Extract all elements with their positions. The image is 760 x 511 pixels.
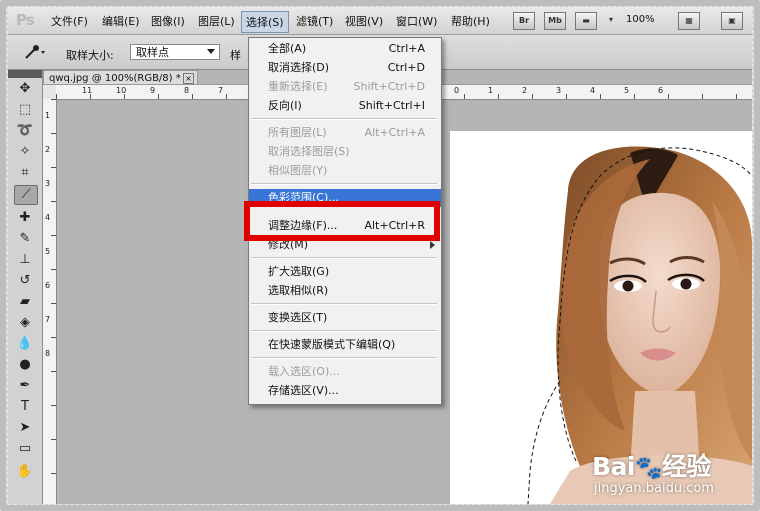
toolbox-header[interactable]: [8, 70, 42, 78]
brush-tool-icon[interactable]: ✎: [14, 230, 36, 248]
ruler-label: 2: [45, 145, 51, 154]
eraser-tool-icon[interactable]: ▰: [14, 293, 36, 311]
menu-separator: [251, 183, 437, 185]
hand-tool-icon[interactable]: ✋: [14, 463, 36, 481]
ruler-label: 11: [82, 86, 93, 95]
watermark-brand: Bai🐾经验: [592, 452, 711, 481]
ruler-label: 8: [45, 349, 51, 358]
minibridge-button[interactable]: Mb: [544, 12, 566, 30]
ruler-label: 6: [45, 281, 51, 290]
highlight-callout-box: [244, 201, 440, 241]
ruler-label: 4: [590, 86, 596, 95]
menu-filter[interactable]: 滤镜(T): [296, 13, 333, 29]
menu-separator: [251, 257, 437, 259]
arrange-documents-icon[interactable]: ▦: [678, 12, 700, 30]
ruler-label: 6: [658, 86, 664, 95]
move-tool-icon[interactable]: ✥: [14, 80, 36, 98]
menu-window[interactable]: 窗口(W): [396, 13, 437, 29]
ruler-label: 5: [45, 247, 51, 256]
menu-reselect: 重新选择(E) Shift+Ctrl+D: [268, 80, 425, 93]
eyedropper-preset-icon[interactable]: [22, 43, 48, 61]
blur-tool-icon[interactable]: 💧: [14, 335, 36, 353]
menu-deselect[interactable]: 取消选择(D) Ctrl+D: [249, 59, 441, 77]
pen-tool-icon[interactable]: ✒: [14, 377, 36, 395]
menu-view[interactable]: 视图(V): [345, 13, 383, 29]
menu-bar: Ps 文件(F) 编辑(E) 图像(I) 图层(L) 选择(S) 滤镜(T) 视…: [8, 7, 752, 35]
ruler-label: 10: [116, 86, 127, 95]
path-selection-tool-icon[interactable]: ➤: [14, 419, 36, 437]
chevron-right-icon: [430, 241, 435, 249]
ruler-label: 1: [488, 86, 494, 95]
chevron-down-icon: [207, 49, 215, 54]
menu-separator: [251, 357, 437, 359]
menu-save-selection[interactable]: 存储选区(V)...: [249, 382, 441, 400]
crop-tool-icon[interactable]: ⌗: [14, 164, 36, 182]
ruler-label: 5: [624, 86, 630, 95]
lasso-tool-icon[interactable]: ➰: [14, 122, 36, 140]
view-extras-icon[interactable]: ▬: [575, 12, 597, 30]
ruler-label: 3: [556, 86, 562, 95]
menu-separator: [251, 303, 437, 305]
watermark-url: jingyan.baidu.com: [594, 481, 714, 496]
screen-mode-icon[interactable]: ▣: [721, 12, 743, 30]
shape-tool-icon[interactable]: ▭: [14, 440, 36, 458]
clone-stamp-tool-icon[interactable]: ⊥: [14, 251, 36, 269]
ruler-label: 7: [45, 315, 51, 324]
bridge-button[interactable]: Br: [513, 12, 535, 30]
document-tab[interactable]: qwq.jpg @ 100%(RGB/8) * ×: [43, 70, 198, 85]
healing-brush-tool-icon[interactable]: ✚: [14, 209, 36, 227]
menu-select[interactable]: 选择(S): [241, 11, 289, 33]
dodge-tool-icon[interactable]: ●: [14, 356, 36, 374]
history-brush-tool-icon[interactable]: ↺: [14, 272, 36, 290]
menu-separator: [251, 118, 437, 120]
menu-transform-selection[interactable]: 变换选区(T): [249, 309, 441, 327]
zoom-level[interactable]: 100%: [626, 14, 655, 25]
ruler-origin[interactable]: [43, 85, 57, 100]
menu-quick-mask-edit[interactable]: 在快速蒙版模式下编辑(Q): [249, 336, 441, 354]
close-icon[interactable]: ×: [183, 73, 194, 84]
sample-size-select[interactable]: 取样点: [130, 44, 220, 60]
eyedropper-tool-icon[interactable]: ⟋: [14, 185, 38, 205]
menu-all-layers: 所有图层(L) Alt+Ctrl+A: [268, 126, 425, 139]
ruler-label: 8: [184, 86, 190, 95]
ps-logo: Ps: [16, 11, 35, 29]
ruler-label: 3: [45, 179, 51, 188]
menu-grow[interactable]: 扩大选取(G): [249, 263, 441, 281]
baidu-jingyan-watermark: Bai🐾经验 jingyan.baidu.com: [586, 445, 752, 504]
menu-similar-layers: 相似图层(Y): [268, 164, 328, 177]
ruler-label: 4: [45, 213, 51, 222]
menu-edit[interactable]: 编辑(E): [102, 13, 140, 29]
sample-label: 样: [230, 49, 241, 62]
paint-bucket-tool-icon[interactable]: ◈: [14, 314, 36, 332]
marquee-tool-icon[interactable]: ⬚: [14, 101, 36, 119]
menu-load-selection: 载入选区(O)...: [268, 365, 340, 378]
quick-selection-tool-icon[interactable]: ✧: [14, 143, 36, 161]
menu-layer[interactable]: 图层(L): [198, 13, 235, 29]
vertical-ruler[interactable]: 1 2 3 4 5 6 7 8: [43, 99, 57, 504]
menu-select-all[interactable]: 全部(A) Ctrl+A: [249, 40, 441, 58]
menu-inverse[interactable]: 反向(I) Shift+Ctrl+I: [249, 97, 441, 115]
menu-similar[interactable]: 选取相似(R): [249, 282, 441, 300]
menu-deselect-layers: 取消选择图层(S): [268, 145, 350, 158]
type-tool-icon[interactable]: T: [14, 398, 36, 416]
toolbox: ✥ ⬚ ➰ ✧ ⌗ ⟋ ✚ ✎ ⊥ ↺ ▰ ◈ 💧 ● ✒ T ➤ ▭ ✋: [8, 70, 43, 504]
sample-size-label: 取样大小:: [66, 49, 114, 62]
ruler-label: 0: [454, 86, 460, 95]
menu-file[interactable]: 文件(F): [51, 13, 88, 29]
chevron-down-icon[interactable]: ▾: [606, 12, 616, 28]
ruler-label: 9: [150, 86, 156, 95]
paw-icon: 🐾: [635, 456, 662, 481]
ruler-label: 1: [45, 111, 51, 120]
document-tab-title: qwq.jpg @ 100%(RGB/8) *: [49, 73, 181, 84]
menu-separator: [251, 330, 437, 332]
sample-size-value: 取样点: [136, 46, 169, 59]
menu-help[interactable]: 帮助(H): [451, 13, 490, 29]
photoshop-window: Ps 文件(F) 编辑(E) 图像(I) 图层(L) 选择(S) 滤镜(T) 视…: [8, 7, 752, 504]
ruler-label: 2: [522, 86, 528, 95]
ruler-label: 7: [218, 86, 224, 95]
menu-image[interactable]: 图像(I): [151, 13, 185, 29]
